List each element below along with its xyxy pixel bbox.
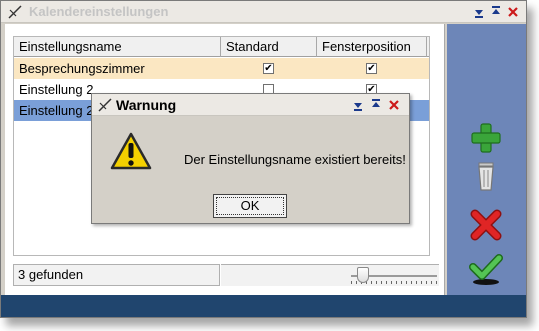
maximize-icon[interactable] xyxy=(489,5,503,19)
standard-checkbox[interactable]: ✔ xyxy=(263,63,274,74)
zoom-slider-area xyxy=(221,264,439,286)
table-row[interactable]: Besprechungszimmer ✔ ✔ xyxy=(14,58,429,79)
row-name: Besprechungszimmer xyxy=(19,61,145,76)
row-name: Einstellung 2 xyxy=(19,82,94,97)
add-icon[interactable] xyxy=(469,121,503,155)
ok-button[interactable]: OK xyxy=(213,194,287,218)
column-header-standard[interactable]: Standard xyxy=(221,37,317,57)
warning-icon xyxy=(110,132,152,170)
column-header-name[interactable]: Einstellungsname xyxy=(14,37,221,57)
window-titlebar: Kalendereinstellungen xyxy=(1,1,526,23)
action-panel xyxy=(447,24,526,295)
dialog-message: Der Einstellungsname existiert bereits! xyxy=(184,152,406,167)
confirm-icon[interactable] xyxy=(469,252,503,286)
dialog-title: Warnung xyxy=(116,97,177,113)
maximize-icon[interactable] xyxy=(369,98,383,112)
column-header-fensterposition[interactable]: Fensterposition xyxy=(317,37,427,57)
row-name: Einstellung 2 xyxy=(19,103,94,118)
fensterposition-checkbox[interactable]: ✔ xyxy=(366,63,377,74)
app-icon xyxy=(8,5,22,19)
dialog-titlebar: Warnung xyxy=(92,94,409,116)
minimize-icon[interactable] xyxy=(351,98,365,112)
warning-dialog: Warnung Der Einstellungsname existiert b… xyxy=(91,93,410,224)
close-icon[interactable] xyxy=(506,5,520,19)
bottom-bar xyxy=(1,295,526,317)
close-icon[interactable] xyxy=(387,98,401,112)
minimize-icon[interactable] xyxy=(472,5,486,19)
window-title: Kalendereinstellungen xyxy=(29,4,169,19)
trash-icon[interactable] xyxy=(469,159,503,193)
status-count: 3 gefunden xyxy=(13,264,220,286)
app-icon xyxy=(98,98,112,112)
table-header: Einstellungsname Standard Fensterpositio… xyxy=(14,37,429,57)
delete-icon[interactable] xyxy=(469,208,503,242)
slider-thumb[interactable] xyxy=(357,267,369,283)
